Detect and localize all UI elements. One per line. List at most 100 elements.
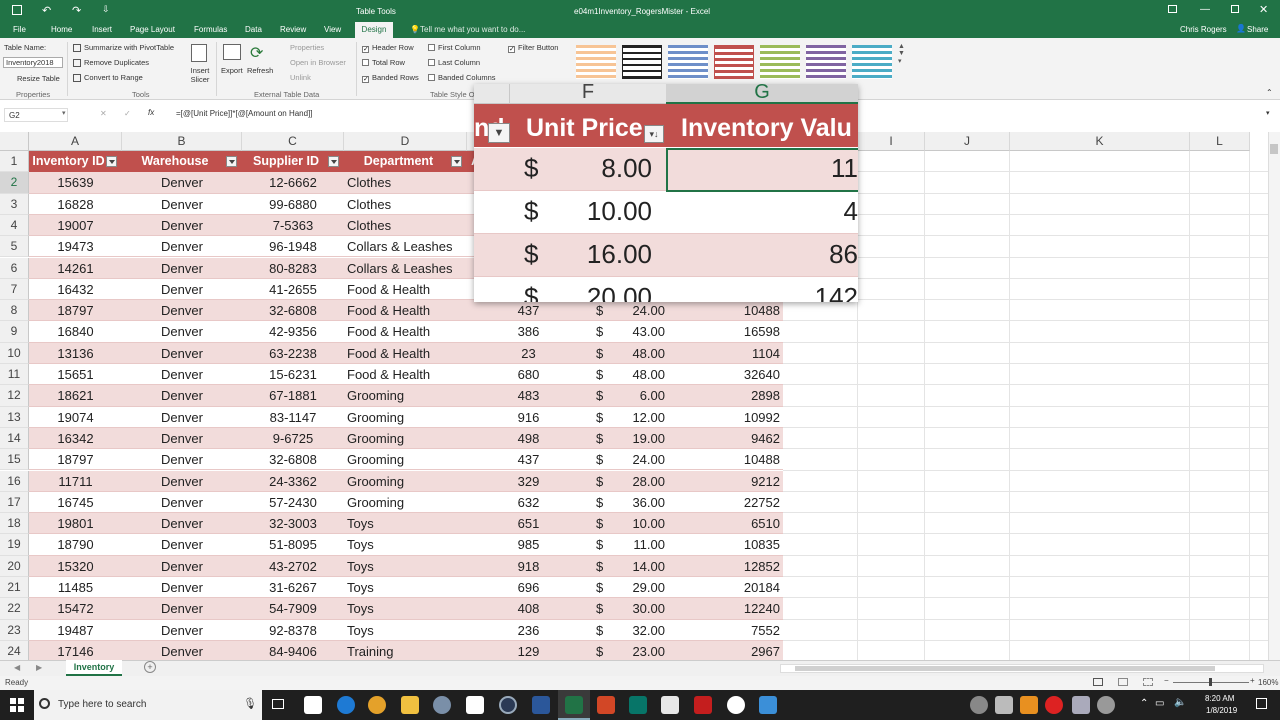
zoom-amount-filter-icon[interactable]: ▼ [488, 123, 510, 143]
row-header[interactable]: 1 [0, 151, 29, 173]
remote-app-icon[interactable] [759, 696, 777, 714]
column-header-j[interactable]: J [925, 132, 1010, 151]
table-cell[interactable]: 10488 [668, 449, 783, 470]
table-cell[interactable]: 7552 [668, 620, 783, 641]
table-cell[interactable]: 386 [467, 321, 590, 342]
tool-app-icon[interactable] [433, 696, 451, 714]
table-cell[interactable]: Denver [122, 577, 242, 598]
table-cell[interactable]: 83-1147 [242, 407, 344, 428]
table-cell[interactable]: 6510 [668, 513, 783, 534]
tray-app-icon[interactable] [995, 696, 1013, 714]
zoom-sort-filter-icon[interactable]: ▾↓ [644, 125, 664, 143]
tray-app-icon[interactable] [970, 696, 988, 714]
table-cell[interactable]: Grooming [344, 449, 467, 470]
table-cell[interactable]: 236 [467, 620, 590, 641]
row-header[interactable]: 14 [0, 427, 29, 450]
table-cell[interactable]: 437 [467, 300, 590, 321]
publisher-app-icon[interactable] [629, 696, 647, 714]
tab-review[interactable]: Review [280, 25, 306, 34]
table-cell[interactable]: 15651 [29, 364, 122, 385]
table-cell[interactable]: Denver [122, 620, 242, 641]
network-icon[interactable]: ▭ [1155, 698, 1164, 709]
export-icon[interactable] [223, 44, 241, 60]
horizontal-scrollbar[interactable] [780, 664, 1264, 673]
zoom-inventory-value-cell[interactable]: 142 [815, 282, 858, 302]
tab-home[interactable]: Home [51, 25, 72, 34]
table-cell[interactable]: 1104 [668, 343, 783, 364]
table-cell[interactable]: 408 [467, 598, 590, 619]
table-cell[interactable]: Denver [122, 258, 242, 279]
table-cell[interactable]: Denver [122, 598, 242, 619]
table-cell[interactable]: 14261 [29, 258, 122, 279]
table-cell[interactable]: 9212 [668, 471, 783, 492]
tray-app-icon[interactable] [1097, 696, 1115, 714]
mail-app-icon[interactable] [304, 696, 322, 714]
sheet-tab-inventory[interactable]: Inventory [66, 660, 122, 676]
table-cell[interactable]: 680 [467, 364, 590, 385]
table-cell[interactable]: 22752 [668, 492, 783, 513]
row-header[interactable]: 13 [0, 406, 29, 428]
customize-qat-icon[interactable]: ⇩ [102, 4, 110, 15]
table-cell[interactable]: Training [344, 641, 467, 660]
table-cell[interactable]: Food & Health [344, 279, 467, 300]
table-cell[interactable]: 67-1881 [242, 385, 344, 406]
zoom-in-icon[interactable]: + [1250, 676, 1255, 685]
table-cell[interactable]: Denver [122, 364, 242, 385]
row-header[interactable]: 22 [0, 598, 29, 620]
row-header[interactable]: 4 [0, 214, 29, 237]
table-cell[interactable]: Toys [344, 556, 467, 577]
table-cell[interactable]: 2898 [668, 385, 783, 406]
table-cell[interactable]: Denver [122, 321, 242, 342]
table-cell[interactable]: 32-6808 [242, 449, 344, 470]
table-cell[interactable]: Denver [122, 172, 242, 193]
table-cell[interactable]: Denver [122, 556, 242, 577]
table-cell[interactable]: Denver [122, 215, 242, 236]
insert-function-icon[interactable]: fx [148, 108, 154, 117]
close-icon[interactable]: ✕ [1259, 3, 1268, 16]
minimize-icon[interactable]: — [1200, 4, 1210, 15]
table-cell[interactable]: Denver [122, 407, 242, 428]
sheet-prev-icon[interactable]: ◀ [14, 663, 20, 672]
table-cell[interactable]: Grooming [344, 492, 467, 513]
table-cell[interactable]: 10992 [668, 407, 783, 428]
column-header-l[interactable]: L [1190, 132, 1250, 151]
taskbar-clock-time[interactable]: 8:20 AM [1205, 694, 1234, 703]
excel-app-icon[interactable] [565, 696, 583, 714]
header-row-checkbox[interactable]: Header Row [362, 43, 414, 53]
refresh-button[interactable]: Refresh [247, 66, 273, 75]
table-cell[interactable]: 20184 [668, 577, 783, 598]
table-cell[interactable]: 498 [467, 428, 590, 449]
table-cell[interactable]: Grooming [344, 428, 467, 449]
table-cell[interactable]: 9-6725 [242, 428, 344, 449]
browser-app-icon[interactable] [499, 696, 517, 714]
table-cell[interactable]: 696 [467, 577, 590, 598]
table-cell[interactable]: Denver [122, 641, 242, 660]
microphone-icon[interactable]: 🎙 [243, 697, 257, 710]
table-cell[interactable]: Denver [122, 385, 242, 406]
table-cell[interactable]: 32-3003 [242, 513, 344, 534]
tab-design[interactable]: Design [355, 22, 393, 38]
table-cell[interactable]: 11711 [29, 471, 122, 492]
table-cell[interactable]: Denver [122, 428, 242, 449]
table-cell[interactable]: Denver [122, 343, 242, 364]
redo-icon[interactable]: ↷ [72, 4, 81, 17]
vertical-scroll-thumb[interactable] [1270, 144, 1278, 154]
tray-app-icon[interactable] [1072, 696, 1090, 714]
filter-dropdown-icon[interactable] [226, 156, 237, 167]
table-cell[interactable]: 18797 [29, 300, 122, 321]
table-cell[interactable]: 18621 [29, 385, 122, 406]
table-styles-gallery[interactable]: ▲ ▼ ▾ [574, 43, 905, 83]
table-cell[interactable]: 916 [467, 407, 590, 428]
row-header[interactable]: 19 [0, 534, 29, 556]
table-cell[interactable]: Toys [344, 534, 467, 555]
share-icon[interactable]: 👤 [1236, 24, 1246, 33]
filter-dropdown-icon[interactable] [106, 156, 117, 167]
banded-rows-checkbox[interactable]: Banded Rows [362, 73, 419, 83]
tab-file[interactable]: File [13, 25, 26, 34]
table-cell[interactable]: 651 [467, 513, 590, 534]
table-cell[interactable]: 16840 [29, 321, 122, 342]
table-cell[interactable]: 10488 [668, 300, 783, 321]
zoom-inventory-value-cell[interactable]: 4 [844, 196, 858, 227]
table-cell[interactable]: 31-6267 [242, 577, 344, 598]
chrome-browser-icon[interactable] [368, 696, 386, 714]
